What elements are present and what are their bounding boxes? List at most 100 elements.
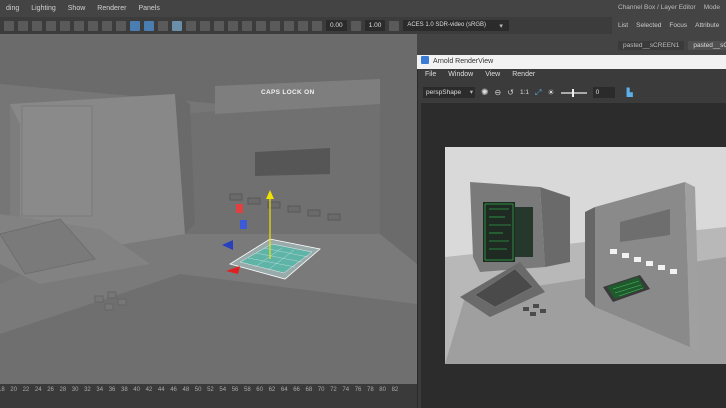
isolate-select-icon[interactable] (270, 20, 280, 31)
exposure-icon[interactable] (312, 20, 322, 31)
timeline-tick-label: 24 (34, 387, 42, 393)
timeline-tick-label: 68 (305, 387, 313, 393)
menu-item-view[interactable]: View (485, 71, 500, 78)
timeline-tick-label: 76 (354, 387, 362, 393)
viewport-toolbar: 0.00 1.00 ACES 1.0 SDR-video (sRGB) ▾ (0, 17, 612, 34)
timeline-tick-label: 66 (293, 387, 300, 393)
render-icon[interactable]: ✺ (481, 87, 489, 98)
exposure-icon: ☀ (547, 88, 555, 97)
bookmarks-icon[interactable] (32, 20, 42, 31)
timeline-tick-label: 26 (47, 387, 54, 393)
default-material-icon[interactable] (158, 20, 168, 31)
gamma-icon[interactable] (350, 20, 361, 31)
exposure-slider[interactable] (560, 88, 587, 97)
menu-item-attributes[interactable]: Attribute (695, 22, 719, 29)
timeline-tick-label: 60 (256, 387, 263, 393)
timeline-tick-label: 52 (207, 387, 214, 393)
wireframe-icon[interactable] (130, 20, 140, 31)
menu-item-selected[interactable]: Selected (636, 22, 661, 29)
gamma-field[interactable]: 1.00 (364, 20, 386, 31)
xray-joints-icon[interactable] (298, 20, 308, 31)
menu-item-panels[interactable]: Panels (138, 5, 159, 12)
gate-mask-icon[interactable] (102, 20, 112, 31)
resolution-gate-icon[interactable] (88, 20, 98, 31)
timeline-tick-label: 72 (330, 387, 337, 393)
timeline-tick-label: 80 (379, 387, 386, 393)
timeline-tick-label: 56 (231, 387, 239, 393)
crop-icon[interactable]: ⤢ (535, 88, 541, 98)
textured-icon[interactable] (186, 20, 196, 31)
shadows-icon[interactable] (214, 20, 224, 31)
timeline-tick-label: 22 (22, 387, 30, 393)
exposure-value[interactable]: 0 (592, 87, 615, 98)
chevron-down-icon[interactable]: ▾ (499, 22, 503, 30)
timeline-tick-label: 30 (71, 387, 79, 393)
tab-pasted-scr[interactable]: pasted__sCR (688, 41, 726, 50)
menu-item-renderer[interactable]: Renderer (97, 5, 126, 12)
render-view-title-bar[interactable]: Arnold RenderView (417, 55, 726, 69)
timeline-tick-label: 70 (317, 387, 325, 393)
timeline-tick-label: 50 (194, 387, 202, 393)
channel-box-menu: List Selected Focus Attribute (618, 22, 719, 29)
exposure-field[interactable]: 0.00 (326, 20, 347, 31)
snapshot-icon[interactable]: ▙ (627, 88, 633, 97)
timeline-tick-label: 36 (108, 387, 116, 393)
camera-select-icon[interactable] (4, 20, 14, 31)
channel-box-node-tabs: pasted__sCREEN1 pasted__sCR (612, 41, 726, 50)
tab-channel-box[interactable]: Channel Box / Layer Editor (618, 4, 696, 11)
timeline-tick-label: 34 (96, 387, 104, 393)
grid-icon[interactable] (60, 20, 70, 31)
menu-item-shading[interactable]: ding (6, 5, 19, 12)
timeline-tick-label: 40 (133, 387, 140, 393)
timeline-tick-label: 38 (121, 387, 128, 393)
timeline-tick-label: 20 (10, 387, 17, 393)
menu-item-list[interactable]: List (618, 22, 628, 29)
menu-item-render[interactable]: Render (512, 71, 535, 78)
menu-item-lighting[interactable]: Lighting (31, 5, 56, 12)
smooth-shade-icon[interactable] (144, 20, 154, 31)
camera-select[interactable]: perspShape (423, 87, 475, 98)
timeline-tick-label: 82 (391, 387, 399, 393)
timeline-tick-label: 48 (182, 387, 190, 393)
region-icon[interactable]: ⊖ (495, 88, 502, 97)
timeline-tick-label: 54 (219, 387, 227, 393)
timeline-tick-label: 74 (342, 387, 350, 393)
rendered-image (445, 147, 726, 364)
timeline-tick-label: 58 (244, 387, 251, 393)
lights-icon[interactable] (200, 20, 210, 31)
tab-modeling-toolkit[interactable]: Mode (704, 4, 720, 11)
wireframe-on-shaded-icon[interactable] (172, 20, 182, 31)
render-view-menu-bar: File Window View Render (417, 71, 535, 78)
xray-icon[interactable] (284, 20, 294, 31)
menu-item-window[interactable]: Window (448, 71, 473, 78)
ratio-label[interactable]: 1:1 (520, 89, 529, 96)
ambient-occlusion-icon[interactable] (228, 20, 238, 31)
timeline-tick-label: 32 (84, 387, 91, 393)
render-view-toolbar: perspShape ✺ ⊖ ↺ 1:1 ⤢ ☀ 0 ▙ (417, 85, 726, 100)
refresh-icon[interactable]: ↺ (507, 88, 514, 97)
film-gate-icon[interactable] (74, 20, 84, 31)
timeline-tick-label: 64 (280, 387, 288, 393)
color-management-icon[interactable] (389, 20, 400, 31)
time-slider[interactable]: 18 20 22 24 26 28 30 32 34 36 38 40 42 44 46 48 50 52 54 56… (0, 384, 417, 408)
image-plane-icon[interactable] (46, 20, 56, 31)
caps-lock-indicator: CAPS LOCK ON (261, 89, 315, 96)
timeline-tick-label: 18 (0, 387, 5, 393)
color-space-select[interactable]: ACES 1.0 SDR-video (sRGB) (403, 20, 510, 31)
anti-aliasing-icon[interactable] (256, 20, 266, 31)
motion-blur-icon[interactable] (242, 20, 252, 31)
viewport-scene (0, 34, 417, 384)
menu-item-focus[interactable]: Focus (669, 22, 687, 29)
timeline-tick-label: 42 (145, 387, 153, 393)
timeline-tick-label: 44 (157, 387, 165, 393)
timeline-tick-label: 62 (268, 387, 276, 393)
tab-pasted-screen1[interactable]: pasted__sCREEN1 (618, 41, 685, 50)
camera-attributes-icon[interactable] (18, 20, 28, 31)
timeline-tick-label: 28 (59, 387, 67, 393)
menu-item-show[interactable]: Show (68, 5, 86, 12)
perspective-viewport[interactable]: CAPS LOCK ON (0, 34, 417, 384)
menu-item-file[interactable]: File (425, 71, 436, 78)
viewport-menu-bar: ding Lighting Show Renderer Panels (0, 0, 612, 17)
field-chart-icon[interactable] (116, 20, 126, 31)
render-view-title: Arnold RenderView (433, 58, 494, 65)
